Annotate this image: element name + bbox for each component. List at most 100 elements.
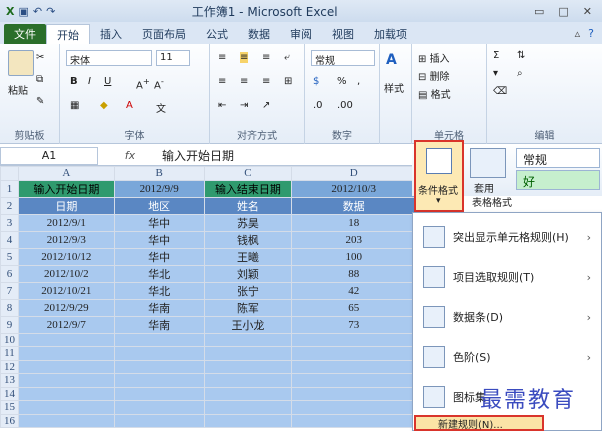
cell[interactable]: [203, 373, 293, 388]
row-header[interactable]: 11: [0, 346, 19, 361]
table-format-icon[interactable]: [470, 148, 506, 178]
format-painter-icon[interactable]: ✎: [36, 96, 44, 107]
cell[interactable]: 2012/10/21: [17, 281, 115, 300]
font-size-box[interactable]: 11: [156, 50, 190, 66]
row-header[interactable]: 4: [0, 230, 19, 249]
tab-addins[interactable]: 加载项: [364, 24, 417, 44]
cell[interactable]: [203, 332, 293, 347]
percent-icon[interactable]: %: [337, 76, 347, 87]
fill-color-icon[interactable]: ◆: [100, 100, 108, 111]
cell[interactable]: 陈军: [203, 298, 293, 317]
font-name-box[interactable]: 宋体: [66, 50, 152, 67]
row-header[interactable]: 14: [0, 386, 19, 401]
cell[interactable]: [17, 400, 115, 415]
cell[interactable]: 2012/9/3: [17, 230, 115, 249]
cell[interactable]: [113, 332, 205, 347]
bold-icon[interactable]: B: [70, 76, 78, 87]
cell[interactable]: [203, 413, 293, 428]
indent-icon[interactable]: ⇤: [218, 100, 226, 111]
row-header[interactable]: 8: [0, 298, 19, 317]
table-format-button[interactable]: 套用: [474, 180, 494, 195]
cut-icon[interactable]: ✂: [36, 52, 44, 63]
cell[interactable]: [113, 413, 205, 428]
cell[interactable]: 输入开始日期: [17, 179, 115, 198]
row-header[interactable]: 15: [0, 400, 19, 415]
cell[interactable]: [203, 386, 293, 401]
cell[interactable]: 2012/10/12: [17, 247, 115, 266]
cell[interactable]: [17, 413, 115, 428]
font-color-icon[interactable]: A: [126, 100, 133, 111]
row-header[interactable]: 13: [0, 373, 19, 388]
cell[interactable]: 2012/10/3: [291, 179, 416, 198]
cell[interactable]: [113, 359, 205, 374]
find-icon[interactable]: ⌕: [517, 68, 523, 79]
close-icon[interactable]: ✕: [583, 5, 592, 18]
fill-icon[interactable]: ▾: [493, 68, 498, 79]
row-header[interactable]: 6: [0, 264, 19, 283]
align-bottom-icon[interactable]: ≡: [262, 52, 270, 63]
orientation-icon[interactable]: ↗: [262, 100, 270, 111]
style-good[interactable]: 好: [516, 170, 600, 190]
merge-icon[interactable]: ⊞: [284, 76, 292, 87]
shrink-font-icon[interactable]: A-: [154, 76, 164, 91]
name-box[interactable]: A1: [0, 146, 98, 165]
row-header[interactable]: 2: [0, 196, 19, 215]
cell[interactable]: [291, 400, 416, 415]
align-left-icon[interactable]: ≡: [218, 76, 226, 87]
italic-icon[interactable]: I: [88, 76, 91, 87]
increase-decimal-icon[interactable]: .0: [313, 100, 323, 111]
menu-item-color-scales[interactable]: 色阶(S) ›: [413, 337, 601, 377]
cell[interactable]: [203, 359, 293, 374]
ribbon-collapse-icon[interactable]: ▵: [575, 27, 581, 40]
outdent-icon[interactable]: ⇥: [240, 100, 248, 111]
row-header[interactable]: 9: [0, 315, 19, 334]
row-header[interactable]: 7: [0, 281, 19, 300]
cell[interactable]: [17, 359, 115, 374]
cell[interactable]: 数据: [291, 196, 416, 215]
cell[interactable]: 65: [291, 298, 416, 317]
tab-insert[interactable]: 插入: [90, 24, 132, 44]
tab-review[interactable]: 审阅: [280, 24, 322, 44]
row-header[interactable]: 5: [0, 247, 19, 266]
cell[interactable]: 张宁: [203, 281, 293, 300]
menu-item-data-bars[interactable]: 数据条(D) ›: [413, 297, 601, 337]
cell[interactable]: 华中: [113, 213, 205, 232]
comma-icon[interactable]: ,: [357, 76, 360, 87]
styles-icon[interactable]: A: [386, 52, 397, 68]
cell[interactable]: 钱枫: [203, 230, 293, 249]
cell[interactable]: 姓名: [203, 196, 293, 215]
style-normal[interactable]: 常规: [516, 148, 600, 168]
formula-input[interactable]: 输入开始日期: [162, 147, 234, 164]
tab-file[interactable]: 文件: [4, 24, 46, 44]
row-header[interactable]: 1: [0, 179, 19, 198]
cell[interactable]: 华北: [113, 281, 205, 300]
cell[interactable]: 输入结束日期: [203, 179, 293, 198]
cell[interactable]: 2012/9/7: [17, 315, 115, 334]
cell[interactable]: 88: [291, 264, 416, 283]
cell[interactable]: [17, 332, 115, 347]
cell[interactable]: 华南: [113, 298, 205, 317]
row-header[interactable]: 12: [0, 359, 19, 374]
cell[interactable]: 苏昊: [203, 213, 293, 232]
cell[interactable]: 华中: [113, 230, 205, 249]
cell[interactable]: 42: [291, 281, 416, 300]
column-header-c[interactable]: C: [203, 166, 293, 181]
menu-item-top-bottom-rules[interactable]: 项目选取规则(T) ›: [413, 257, 601, 297]
cell[interactable]: 100: [291, 247, 416, 266]
cell[interactable]: [17, 346, 115, 361]
column-header-a[interactable]: A: [17, 166, 115, 181]
styles-button[interactable]: 样式: [384, 80, 404, 95]
cell[interactable]: 王曦: [203, 247, 293, 266]
cell[interactable]: 73: [291, 315, 416, 334]
help-icon[interactable]: ?: [588, 27, 594, 40]
cell[interactable]: 地区: [113, 196, 205, 215]
menu-item-highlight-rules[interactable]: 突出显示单元格规则(H) ›: [413, 217, 601, 257]
phonetic-icon[interactable]: 文: [156, 100, 166, 115]
insert-cells-button[interactable]: ⊞ 插入: [418, 50, 450, 65]
clear-icon[interactable]: ⌫: [493, 86, 507, 97]
minimize-icon[interactable]: ▭: [534, 5, 544, 18]
column-header-b[interactable]: B: [113, 166, 205, 181]
cell[interactable]: 2012/9/1: [17, 213, 115, 232]
cell[interactable]: 华北: [113, 264, 205, 283]
column-header-d[interactable]: D: [291, 166, 416, 181]
